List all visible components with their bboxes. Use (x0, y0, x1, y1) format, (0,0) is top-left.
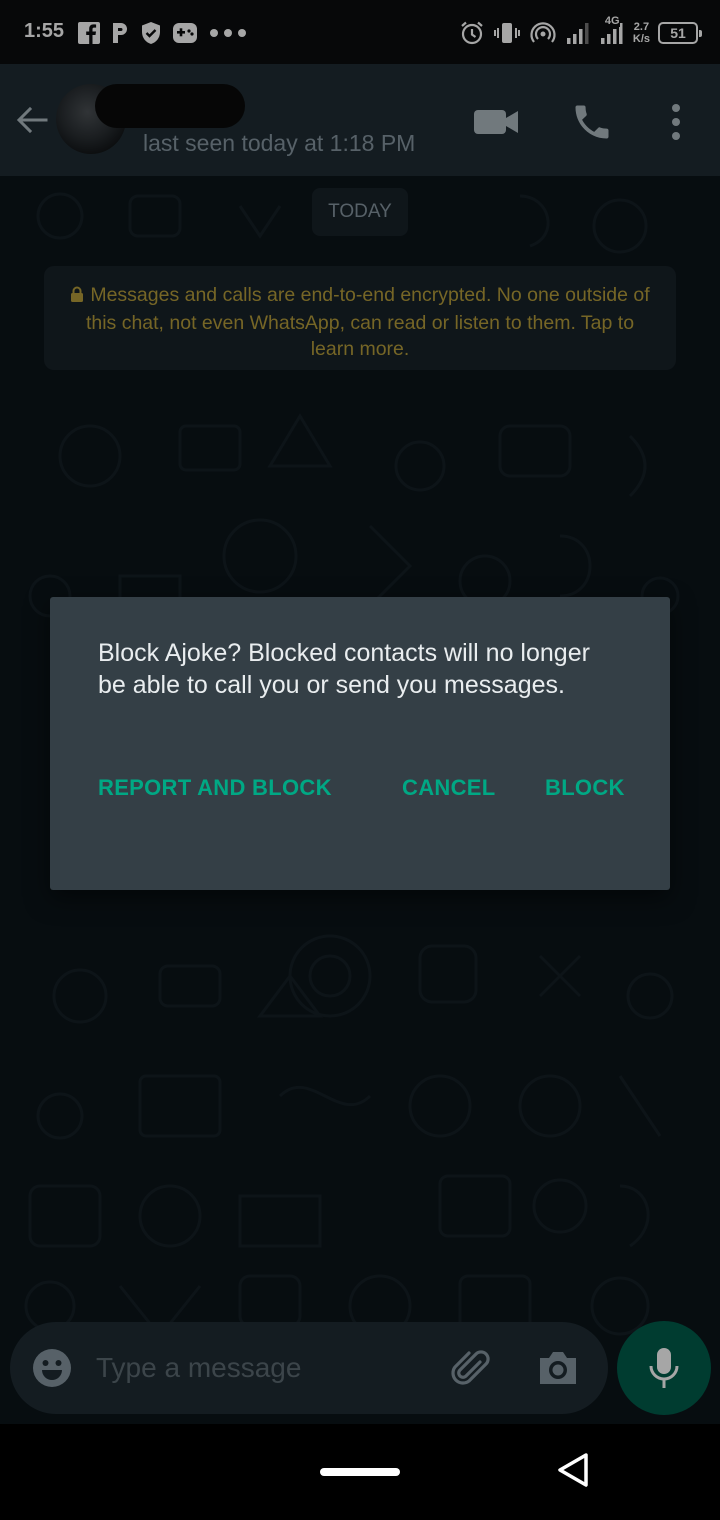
block-contact-dialog: Block Ajoke? Blocked contacts will no lo… (50, 597, 670, 890)
home-gesture-pill[interactable] (320, 1468, 400, 1476)
report-and-block-button[interactable]: REPORT AND BLOCK (98, 775, 332, 801)
block-button[interactable]: BLOCK (545, 775, 625, 801)
system-navigation-bar (0, 1424, 720, 1520)
system-back-button[interactable] (554, 1450, 594, 1490)
cancel-button[interactable]: CANCEL (402, 775, 495, 801)
triangle-back-icon (558, 1453, 588, 1487)
dialog-message: Block Ajoke? Blocked contacts will no lo… (98, 639, 590, 699)
